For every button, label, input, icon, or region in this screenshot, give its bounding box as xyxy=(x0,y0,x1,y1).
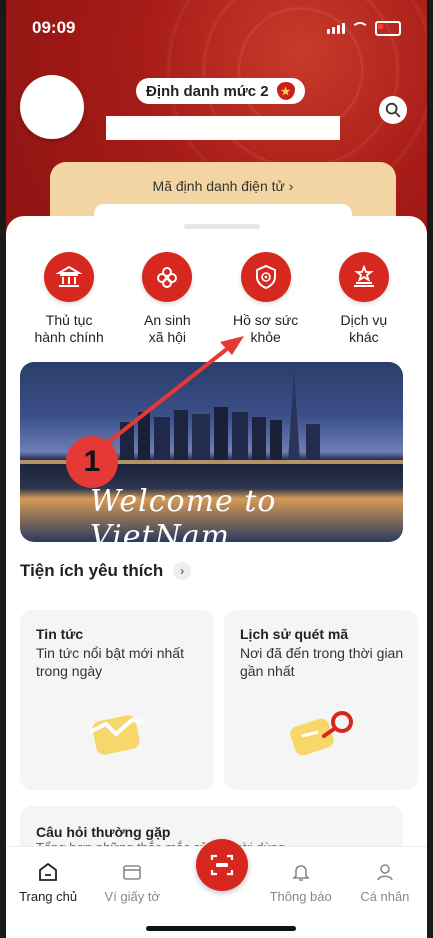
service-label: Hồ sơ sức khỏe xyxy=(233,312,299,345)
nav-label: Thông báo xyxy=(269,889,332,904)
search-button[interactable] xyxy=(379,96,407,124)
service-other[interactable]: Dịch vụ khác xyxy=(319,252,409,346)
service-administrative-procedures[interactable]: Thủ tục hành chính xyxy=(24,252,114,346)
avatar[interactable] xyxy=(20,75,84,139)
nav-wallet[interactable]: Ví giấy tờ xyxy=(92,861,172,904)
annotation-number-badge: 1 xyxy=(66,436,118,488)
card-description: Tin tức nổi bật mới nhất trong ngày xyxy=(36,645,184,679)
service-grid: Thủ tục hành chính An sinh xã hội Hồ sơ … xyxy=(6,252,427,346)
shield-star-icon: ★ xyxy=(276,82,295,100)
favorites-title: Tiện ích yêu thích xyxy=(20,561,164,580)
scan-qr-button[interactable] xyxy=(196,839,248,891)
status-time: 09:09 xyxy=(32,18,76,37)
search-icon xyxy=(385,102,401,118)
flower-icon xyxy=(142,252,193,302)
signal-icon xyxy=(327,22,345,34)
phone-screen: 09:09 Định danh mức 2 ★ Mã định danh điệ… xyxy=(0,0,433,938)
nav-notifications[interactable]: Thông báo xyxy=(261,861,341,904)
service-health-records[interactable]: Hồ sơ sức khỏe xyxy=(221,252,311,346)
service-label: Dịch vụ khác xyxy=(340,312,388,345)
bank-icon xyxy=(44,252,95,302)
battery-icon xyxy=(375,20,401,36)
chevron-right-icon: › xyxy=(173,562,192,580)
main-sheet: Thủ tục hành chính An sinh xã hội Hồ sơ … xyxy=(6,216,427,866)
status-icons xyxy=(327,20,401,36)
card-description: Nơi đã đến trong thời gian gần nhất xyxy=(240,645,404,679)
home-icon xyxy=(8,861,88,883)
scan-history-card[interactable]: Lịch sử quét mã Nơi đã đến trong thời gi… xyxy=(224,610,418,790)
faq-title: Câu hỏi thường gặp xyxy=(36,824,171,840)
star-podium-icon xyxy=(338,252,389,302)
wallet-icon xyxy=(92,861,172,883)
card-title: Lịch sử quét mã xyxy=(240,626,349,642)
service-social-security[interactable]: An sinh xã hội xyxy=(122,252,212,346)
user-name-field xyxy=(106,116,340,140)
news-card[interactable]: Tin tức Tin tức nổi bật mới nhất trong n… xyxy=(20,610,214,790)
favorites-section-header[interactable]: Tiện ích yêu thích › xyxy=(20,561,192,581)
nav-profile[interactable]: Cá nhân xyxy=(345,861,425,904)
news-chart-icon xyxy=(89,715,145,755)
bottom-navigation: Trang chủ Ví giấy tờ Thông báo Cá nhân xyxy=(6,839,427,938)
wifi-icon xyxy=(351,22,369,34)
nav-label: Ví giấy tờ xyxy=(104,889,161,904)
card-title: Tin tức xyxy=(36,626,84,642)
nav-home[interactable]: Trang chủ xyxy=(8,861,88,904)
sheet-handle[interactable] xyxy=(184,224,260,229)
scan-icon xyxy=(210,854,234,876)
status-bar: 09:09 xyxy=(32,18,401,38)
user-icon xyxy=(345,861,425,883)
home-indicator xyxy=(146,926,296,931)
service-label: Thủ tục hành chính xyxy=(34,312,104,345)
badge-label: Định danh mức 2 xyxy=(146,82,269,100)
banner-text: Welcome to VietNam xyxy=(90,484,277,542)
nav-label: Trang chủ xyxy=(19,889,78,904)
bell-icon xyxy=(261,861,341,883)
identification-level-badge[interactable]: Định danh mức 2 ★ xyxy=(136,78,305,104)
service-label: An sinh xã hội xyxy=(144,312,191,345)
magnifier-document-icon xyxy=(290,711,353,756)
id-card-label: Mã định danh điện tử › xyxy=(152,178,294,194)
health-shield-icon xyxy=(240,252,291,302)
nav-label: Cá nhân xyxy=(360,889,410,904)
